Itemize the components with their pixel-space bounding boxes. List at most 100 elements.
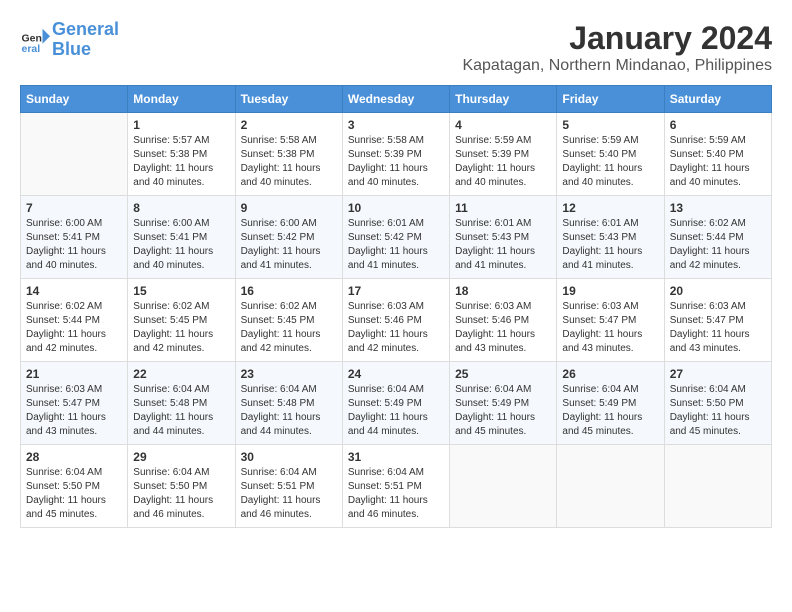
table-row: 9 Sunrise: 6:00 AM Sunset: 5:42 PM Daylig… xyxy=(235,196,342,279)
table-row xyxy=(450,445,557,528)
day-info: Sunrise: 6:02 AM Sunset: 5:45 PM Dayligh… xyxy=(133,300,229,356)
table-row: 18 Sunrise: 6:03 AM Sunset: 5:46 PM Dayli… xyxy=(450,279,557,362)
table-row: 6 Sunrise: 5:59 AM Sunset: 5:40 PM Daylig… xyxy=(664,113,771,196)
page-header: Gen eral GeneralBlue January 2024 Kapata… xyxy=(20,20,772,75)
table-row: 12 Sunrise: 6:01 AM Sunset: 5:43 PM Dayli… xyxy=(557,196,664,279)
day-number: 14 xyxy=(26,284,122,298)
day-number: 21 xyxy=(26,367,122,381)
table-row: 15 Sunrise: 6:02 AM Sunset: 5:45 PM Dayli… xyxy=(128,279,235,362)
table-row xyxy=(664,445,771,528)
day-info: Sunrise: 6:02 AM Sunset: 5:44 PM Dayligh… xyxy=(670,217,766,273)
day-number: 13 xyxy=(670,201,766,215)
table-row: 20Sunrise: 6:03 AM Sunset: 5:47 PM Dayli… xyxy=(664,279,771,362)
calendar-week-row: 1 Sunrise: 5:57 AM Sunset: 5:38 PM Daylig… xyxy=(21,113,772,196)
day-info: Sunrise: 6:00 AM Sunset: 5:42 PM Dayligh… xyxy=(241,217,337,273)
table-row: 5 Sunrise: 5:59 AM Sunset: 5:40 PM Daylig… xyxy=(557,113,664,196)
day-number: 17 xyxy=(348,284,444,298)
calendar-week-row: 21Sunrise: 6:03 AM Sunset: 5:47 PM Dayli… xyxy=(21,362,772,445)
table-row: 27 Sunrise: 6:04 AM Sunset: 5:50 PM Dayli… xyxy=(664,362,771,445)
table-row: 16 Sunrise: 6:02 AM Sunset: 5:45 PM Dayli… xyxy=(235,279,342,362)
day-info: Sunrise: 6:00 AM Sunset: 5:41 PM Dayligh… xyxy=(26,217,122,273)
day-number: 2 xyxy=(241,118,337,132)
col-thursday: Thursday xyxy=(450,86,557,113)
day-info: Sunrise: 5:58 AM Sunset: 5:39 PM Dayligh… xyxy=(348,134,444,190)
day-info: Sunrise: 6:04 AM Sunset: 5:50 PM Dayligh… xyxy=(26,466,122,522)
day-info: Sunrise: 6:00 AM Sunset: 5:41 PM Dayligh… xyxy=(133,217,229,273)
table-row: 21Sunrise: 6:03 AM Sunset: 5:47 PM Dayli… xyxy=(21,362,128,445)
day-number: 16 xyxy=(241,284,337,298)
col-friday: Friday xyxy=(557,86,664,113)
day-number: 6 xyxy=(670,118,766,132)
location-title: Kapatagan, Northern Mindanao, Philippine… xyxy=(462,57,772,75)
day-info: Sunrise: 6:01 AM Sunset: 5:43 PM Dayligh… xyxy=(455,217,551,273)
table-row: 3Sunrise: 5:58 AM Sunset: 5:39 PM Daylig… xyxy=(342,113,449,196)
table-row: 7Sunrise: 6:00 AM Sunset: 5:41 PM Daylig… xyxy=(21,196,128,279)
day-info: Sunrise: 6:04 AM Sunset: 5:50 PM Dayligh… xyxy=(133,466,229,522)
table-row: 1 Sunrise: 5:57 AM Sunset: 5:38 PM Daylig… xyxy=(128,113,235,196)
table-row: 31 Sunrise: 6:04 AM Sunset: 5:51 PM Dayli… xyxy=(342,445,449,528)
day-info: Sunrise: 6:04 AM Sunset: 5:48 PM Dayligh… xyxy=(133,383,229,439)
day-info: Sunrise: 6:04 AM Sunset: 5:48 PM Dayligh… xyxy=(241,383,337,439)
table-row: 28 Sunrise: 6:04 AM Sunset: 5:50 PM Dayli… xyxy=(21,445,128,528)
day-number: 15 xyxy=(133,284,229,298)
day-number: 18 xyxy=(455,284,551,298)
day-number: 10 xyxy=(348,201,444,215)
day-number: 22 xyxy=(133,367,229,381)
day-number: 27 xyxy=(670,367,766,381)
day-number: 29 xyxy=(133,450,229,464)
calendar-week-row: 7Sunrise: 6:00 AM Sunset: 5:41 PM Daylig… xyxy=(21,196,772,279)
day-info: Sunrise: 6:03 AM Sunset: 5:47 PM Dayligh… xyxy=(562,300,658,356)
day-number: 26 xyxy=(562,367,658,381)
day-info: Sunrise: 6:03 AM Sunset: 5:46 PM Dayligh… xyxy=(348,300,444,356)
table-row: 24Sunrise: 6:04 AM Sunset: 5:49 PM Dayli… xyxy=(342,362,449,445)
table-row: 26 Sunrise: 6:04 AM Sunset: 5:49 PM Dayli… xyxy=(557,362,664,445)
day-info: Sunrise: 6:02 AM Sunset: 5:44 PM Dayligh… xyxy=(26,300,122,356)
day-info: Sunrise: 5:59 AM Sunset: 5:39 PM Dayligh… xyxy=(455,134,551,190)
table-row: 29 Sunrise: 6:04 AM Sunset: 5:50 PM Dayli… xyxy=(128,445,235,528)
day-info: Sunrise: 6:04 AM Sunset: 5:49 PM Dayligh… xyxy=(562,383,658,439)
day-info: Sunrise: 6:01 AM Sunset: 5:43 PM Dayligh… xyxy=(562,217,658,273)
table-row: 10 Sunrise: 6:01 AM Sunset: 5:42 PM Dayli… xyxy=(342,196,449,279)
col-sunday: Sunday xyxy=(21,86,128,113)
calendar-header-row: Sunday Monday Tuesday Wednesday Thursday… xyxy=(21,86,772,113)
day-info: Sunrise: 5:58 AM Sunset: 5:38 PM Dayligh… xyxy=(241,134,337,190)
day-info: Sunrise: 6:04 AM Sunset: 5:51 PM Dayligh… xyxy=(348,466,444,522)
logo: Gen eral GeneralBlue xyxy=(20,20,119,60)
col-saturday: Saturday xyxy=(664,86,771,113)
day-number: 31 xyxy=(348,450,444,464)
day-info: Sunrise: 5:59 AM Sunset: 5:40 PM Dayligh… xyxy=(562,134,658,190)
day-info: Sunrise: 5:57 AM Sunset: 5:38 PM Dayligh… xyxy=(133,134,229,190)
day-number: 19 xyxy=(562,284,658,298)
title-block: January 2024 Kapatagan, Northern Mindana… xyxy=(462,20,772,75)
day-number: 4 xyxy=(455,118,551,132)
col-monday: Monday xyxy=(128,86,235,113)
day-number: 30 xyxy=(241,450,337,464)
day-number: 11 xyxy=(455,201,551,215)
day-number: 5 xyxy=(562,118,658,132)
table-row: 8Sunrise: 6:00 AM Sunset: 5:41 PM Daylig… xyxy=(128,196,235,279)
table-row: 25Sunrise: 6:04 AM Sunset: 5:49 PM Dayli… xyxy=(450,362,557,445)
logo-text: GeneralBlue xyxy=(52,20,119,60)
col-wednesday: Wednesday xyxy=(342,86,449,113)
day-info: Sunrise: 5:59 AM Sunset: 5:40 PM Dayligh… xyxy=(670,134,766,190)
table-row: 30Sunrise: 6:04 AM Sunset: 5:51 PM Dayli… xyxy=(235,445,342,528)
day-number: 1 xyxy=(133,118,229,132)
table-row: 4 Sunrise: 5:59 AM Sunset: 5:39 PM Daylig… xyxy=(450,113,557,196)
day-number: 12 xyxy=(562,201,658,215)
day-number: 28 xyxy=(26,450,122,464)
day-info: Sunrise: 6:01 AM Sunset: 5:42 PM Dayligh… xyxy=(348,217,444,273)
month-title: January 2024 xyxy=(462,20,772,57)
table-row xyxy=(557,445,664,528)
col-tuesday: Tuesday xyxy=(235,86,342,113)
table-row: 22 Sunrise: 6:04 AM Sunset: 5:48 PM Dayli… xyxy=(128,362,235,445)
table-row: 2 Sunrise: 5:58 AM Sunset: 5:38 PM Daylig… xyxy=(235,113,342,196)
day-info: Sunrise: 6:02 AM Sunset: 5:45 PM Dayligh… xyxy=(241,300,337,356)
day-info: Sunrise: 6:04 AM Sunset: 5:49 PM Dayligh… xyxy=(455,383,551,439)
calendar-week-row: 28 Sunrise: 6:04 AM Sunset: 5:50 PM Dayli… xyxy=(21,445,772,528)
calendar-week-row: 14 Sunrise: 6:02 AM Sunset: 5:44 PM Dayli… xyxy=(21,279,772,362)
table-row: 17 Sunrise: 6:03 AM Sunset: 5:46 PM Dayli… xyxy=(342,279,449,362)
day-number: 24 xyxy=(348,367,444,381)
day-info: Sunrise: 6:03 AM Sunset: 5:46 PM Dayligh… xyxy=(455,300,551,356)
day-info: Sunrise: 6:04 AM Sunset: 5:50 PM Dayligh… xyxy=(670,383,766,439)
day-number: 9 xyxy=(241,201,337,215)
